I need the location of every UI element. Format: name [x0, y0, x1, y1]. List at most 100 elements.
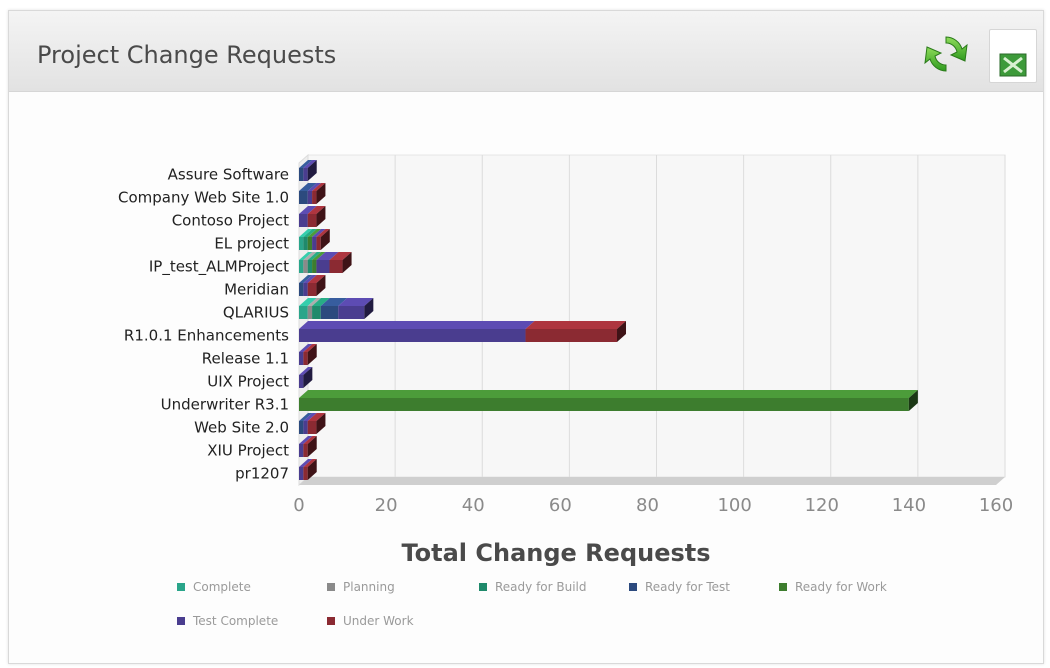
legend-item: Test Complete — [177, 614, 278, 628]
x-tick-label: 60 — [549, 495, 572, 516]
bar-front — [307, 191, 313, 204]
bar-front — [299, 168, 304, 181]
bar-front — [329, 260, 343, 273]
bar-front — [299, 398, 909, 411]
bar-group — [299, 298, 374, 319]
bar-group — [299, 321, 627, 342]
bar-front — [303, 260, 308, 273]
category-label: pr1207 — [235, 465, 289, 483]
legend-item: Under Work — [327, 614, 414, 628]
legend-swatch — [779, 583, 787, 591]
bar-segment — [525, 321, 627, 342]
category-label: Meridian — [224, 281, 289, 299]
bar-front — [303, 283, 308, 296]
legend-label: Complete — [193, 580, 251, 594]
x-tick-label: 160 — [979, 495, 1013, 516]
bar-chart: Assure Software Company Web Site 1.0 Conto… — [118, 153, 1013, 628]
category-label: EL project — [214, 235, 289, 253]
grid-layer — [298, 153, 1006, 487]
legend-item: Ready for Work — [779, 580, 887, 594]
legend-label: Ready for Test — [645, 580, 730, 594]
legend-label: Test Complete — [192, 614, 278, 628]
bar-front — [312, 237, 317, 250]
legend-swatch — [327, 617, 335, 625]
legend-item: Complete — [177, 580, 251, 594]
legend-label: Planning — [343, 580, 395, 594]
x-tick-label: 120 — [805, 495, 839, 516]
bar-front — [303, 237, 308, 250]
bar-front — [299, 260, 304, 273]
x-tick-label: 40 — [462, 495, 485, 516]
bar-front — [299, 283, 304, 296]
category-label: QLARIUS — [223, 304, 289, 322]
legend-label: Under Work — [343, 614, 414, 628]
category-label: Assure Software — [168, 166, 289, 184]
bar-front — [307, 237, 313, 250]
category-label: UIX Project — [207, 373, 289, 391]
legend-swatch — [629, 583, 637, 591]
bar-group — [299, 252, 352, 273]
bar-front — [525, 329, 618, 342]
bar-front — [299, 214, 308, 227]
bar-front — [303, 444, 308, 457]
legend-label: Ready for Work — [795, 580, 887, 594]
legend-item: Planning — [327, 580, 395, 594]
bar-top — [299, 321, 535, 329]
bar-top — [299, 390, 918, 398]
bar-front — [299, 306, 308, 319]
legend-label: Ready for Build — [495, 580, 587, 594]
chart-panel: Project Change Requests Assure Software … — [8, 10, 1044, 664]
plot-side-wall — [298, 153, 309, 487]
bar-front — [307, 283, 317, 296]
x-tick-label: 20 — [375, 495, 398, 516]
legend-swatch — [177, 583, 185, 591]
legend-swatch — [479, 583, 487, 591]
bar-front — [299, 467, 304, 480]
x-tick-labels: 0 20 40 60 80 100 120 140 160 — [293, 495, 1013, 516]
bar-front — [303, 168, 308, 181]
legend-item: Ready for Build — [479, 580, 587, 594]
category-label: Company Web Site 1.0 — [118, 189, 289, 207]
bar-front — [312, 306, 321, 319]
bar-front — [299, 421, 304, 434]
bar-front — [303, 421, 308, 434]
category-label: R1.0.1 Enhancements — [124, 327, 289, 345]
x-tick-label: 140 — [892, 495, 926, 516]
bar-front — [299, 352, 304, 365]
category-label: IP_test_ALMProject — [149, 258, 289, 277]
bar-front — [299, 237, 304, 250]
legend-swatch — [177, 617, 185, 625]
bar-front — [299, 444, 304, 457]
x-axis-title: Total Change Requests — [401, 539, 710, 567]
bar-segment — [299, 390, 918, 411]
x-tick-label: 100 — [717, 495, 751, 516]
bar-front — [299, 329, 526, 342]
bar-group — [299, 390, 918, 411]
legend-swatch — [327, 583, 335, 591]
bar-front — [307, 214, 317, 227]
legend-item: Ready for Test — [629, 580, 730, 594]
bar-front — [312, 260, 317, 273]
category-label: Web Site 2.0 — [194, 419, 289, 437]
category-label: Contoso Project — [172, 212, 289, 230]
x-tick-label: 0 — [293, 495, 304, 516]
category-label: Underwriter R3.1 — [161, 396, 289, 414]
legend: Complete Planning Ready for Build Ready for… — [177, 580, 887, 628]
category-label: XIU Project — [207, 442, 289, 460]
category-labels: Assure Software Company Web Site 1.0 Conto… — [118, 166, 289, 483]
bar-front — [312, 191, 317, 204]
bar-segment — [299, 321, 535, 342]
bar-front — [303, 352, 308, 365]
bar-front — [307, 306, 313, 319]
plot-floor — [299, 477, 1005, 485]
bar-front — [316, 237, 321, 250]
bar-front — [307, 421, 317, 434]
bar-top — [525, 321, 627, 329]
x-tick-label: 80 — [636, 495, 659, 516]
bar-front — [320, 306, 339, 319]
category-label: Release 1.1 — [202, 350, 289, 368]
bar-front — [316, 260, 330, 273]
bar-front — [299, 191, 308, 204]
bar-front — [299, 375, 304, 388]
bar-front — [303, 467, 308, 480]
